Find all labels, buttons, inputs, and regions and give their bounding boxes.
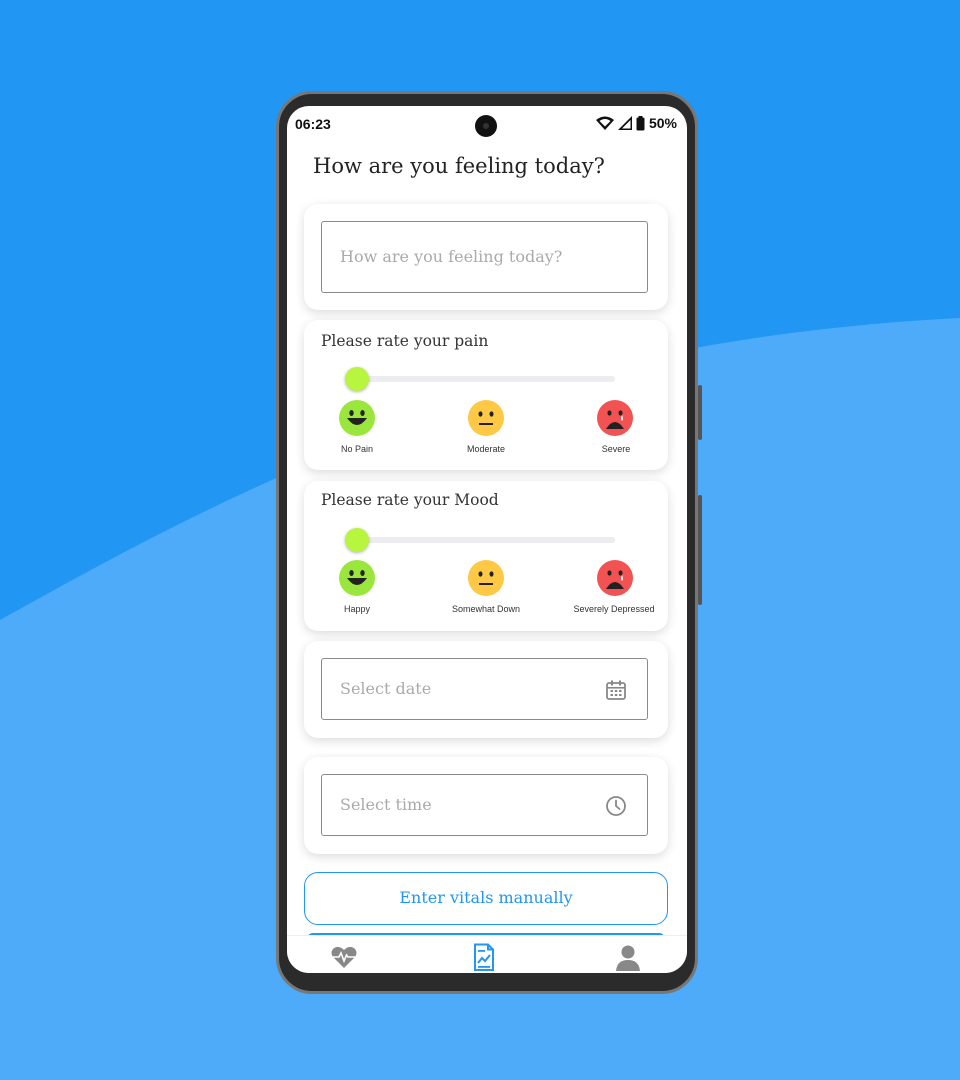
date-input-placeholder: Select date — [340, 679, 432, 698]
neutral-face-icon — [468, 560, 504, 596]
page-title: How are you feeling today? — [313, 154, 605, 178]
mood-label-mid: Somewhat Down — [451, 604, 521, 614]
wifi-icon — [595, 116, 614, 130]
mood-card: Please rate your Mood Happy Somewhat Dow… — [304, 481, 668, 631]
battery-percent: 50% — [648, 115, 677, 131]
happy-face-icon — [339, 400, 375, 436]
bottom-nav — [287, 935, 687, 973]
signal-icon — [617, 116, 632, 130]
feeling-card: How are you feeling today? — [304, 204, 668, 310]
crying-face-icon — [597, 400, 633, 436]
phone-volume-button — [698, 385, 702, 440]
status-bar: 06:23 50% — [287, 106, 687, 142]
clock-icon[interactable] — [605, 795, 627, 817]
status-time: 06:23 — [295, 116, 331, 132]
crying-face-icon — [597, 560, 633, 596]
battery-icon — [636, 115, 645, 130]
phone-screen: 06:23 50% How are you feeling today? How… — [287, 106, 687, 973]
pain-label-low: No Pain — [340, 444, 374, 454]
calendar-icon[interactable] — [605, 679, 627, 701]
mood-label-high: Severely Depressed — [573, 604, 655, 614]
neutral-face-icon — [468, 400, 504, 436]
time-card: Select time — [304, 757, 668, 854]
status-icons: 50% — [595, 115, 677, 131]
mood-title: Please rate your Mood — [321, 491, 499, 509]
person-icon[interactable] — [614, 943, 642, 971]
heart-pulse-icon[interactable] — [330, 943, 358, 971]
date-card: Select date — [304, 641, 668, 738]
feeling-input-placeholder: How are you feeling today? — [340, 247, 563, 266]
pain-label-mid: Moderate — [466, 444, 506, 454]
pain-label-high: Severe — [601, 444, 631, 454]
happy-face-icon — [339, 560, 375, 596]
time-input[interactable]: Select time — [321, 774, 648, 836]
enter-vitals-button[interactable]: Enter vitals manually — [304, 872, 668, 925]
report-chart-icon[interactable] — [470, 943, 498, 971]
front-camera — [475, 115, 497, 137]
pain-title: Please rate your pain — [321, 332, 489, 350]
mood-slider-track[interactable] — [356, 537, 615, 543]
date-input[interactable]: Select date — [321, 658, 648, 720]
feeling-input[interactable]: How are you feeling today? — [321, 221, 648, 293]
pain-card: Please rate your pain No Pain Moderate S… — [304, 320, 668, 470]
mood-slider-thumb[interactable] — [345, 528, 369, 552]
pain-slider-thumb[interactable] — [345, 367, 369, 391]
mood-label-low: Happy — [343, 604, 371, 614]
time-input-placeholder: Select time — [340, 795, 432, 814]
pain-slider-track[interactable] — [356, 376, 615, 382]
phone-power-button — [698, 495, 702, 605]
